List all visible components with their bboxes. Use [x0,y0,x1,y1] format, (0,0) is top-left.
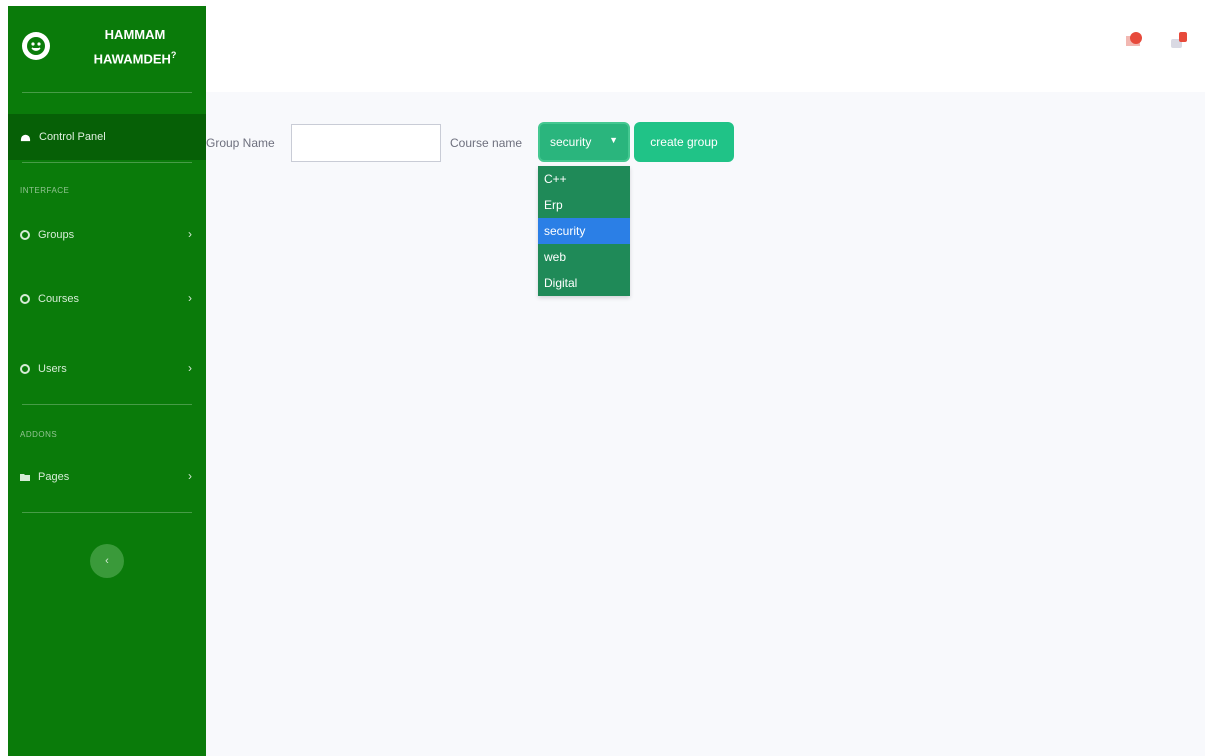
group-name-label: Group Name [206,136,275,150]
create-group-button[interactable]: create group [634,122,734,162]
course-option[interactable]: C++ [538,166,630,192]
chevron-right-icon: › [188,361,192,375]
sidebar: HAMMAM HAWAMDEH? Control Panel INTERFACE… [8,6,206,756]
course-option[interactable]: Erp [538,192,630,218]
course-option[interactable]: web [538,244,630,270]
sidebar-heading-interface: INTERFACE [20,186,70,195]
chevron-right-icon: › [188,291,192,305]
brand-suffix: ? [170,50,177,60]
sidebar-heading-addons: ADDONS [20,430,58,439]
course-dropdown: C++ Erp security web Digital [538,166,630,296]
course-option[interactable]: Digital [538,270,630,296]
sidebar-toggle-button[interactable]: ‹ [90,544,124,578]
topbar [206,0,1205,92]
sidebar-item-label: Courses [38,293,79,305]
main-content: Group Name Course name security ▼ create… [206,92,1205,756]
cog-icon [20,364,30,374]
folder-icon [20,474,30,481]
sidebar-divider [22,92,192,93]
bell-icon[interactable] [1168,30,1190,50]
chevron-right-icon: › [188,469,192,483]
sidebar-brand[interactable]: HAMMAM HAWAMDEH? [8,6,206,92]
sidebar-divider [22,162,192,163]
course-option-selected[interactable]: security [538,218,630,244]
sidebar-item-label: Groups [38,229,75,241]
group-name-input[interactable] [291,124,441,162]
sidebar-item-label: Users [38,363,67,375]
sidebar-item-users[interactable]: Users › [8,358,206,380]
sidebar-item-courses[interactable]: Courses › [8,288,206,310]
course-name-label: Course name [450,136,523,150]
course-select[interactable]: security ▼ [538,122,630,162]
chevron-right-icon: › [188,227,192,241]
sidebar-item-pages[interactable]: Pages › [8,466,206,488]
tachometer-icon [20,134,31,141]
sidebar-item-label: Pages [38,471,70,483]
sidebar-divider [22,512,192,513]
sidebar-item-groups[interactable]: Groups › [8,224,206,246]
sidebar-item-label: Control Panel [39,131,106,143]
cog-icon [20,230,30,240]
cog-icon [20,294,30,304]
chevron-left-icon: ‹ [105,555,109,567]
course-select-value: security [550,135,592,149]
sidebar-divider [22,404,192,405]
envelope-icon[interactable] [1124,30,1146,50]
brand-name: HAMMAM HAWAMDEH? [93,27,177,67]
sidebar-item-control-panel[interactable]: Control Panel [8,114,206,160]
caret-down-icon: ▼ [609,135,618,145]
user-avatar-icon [22,32,50,60]
